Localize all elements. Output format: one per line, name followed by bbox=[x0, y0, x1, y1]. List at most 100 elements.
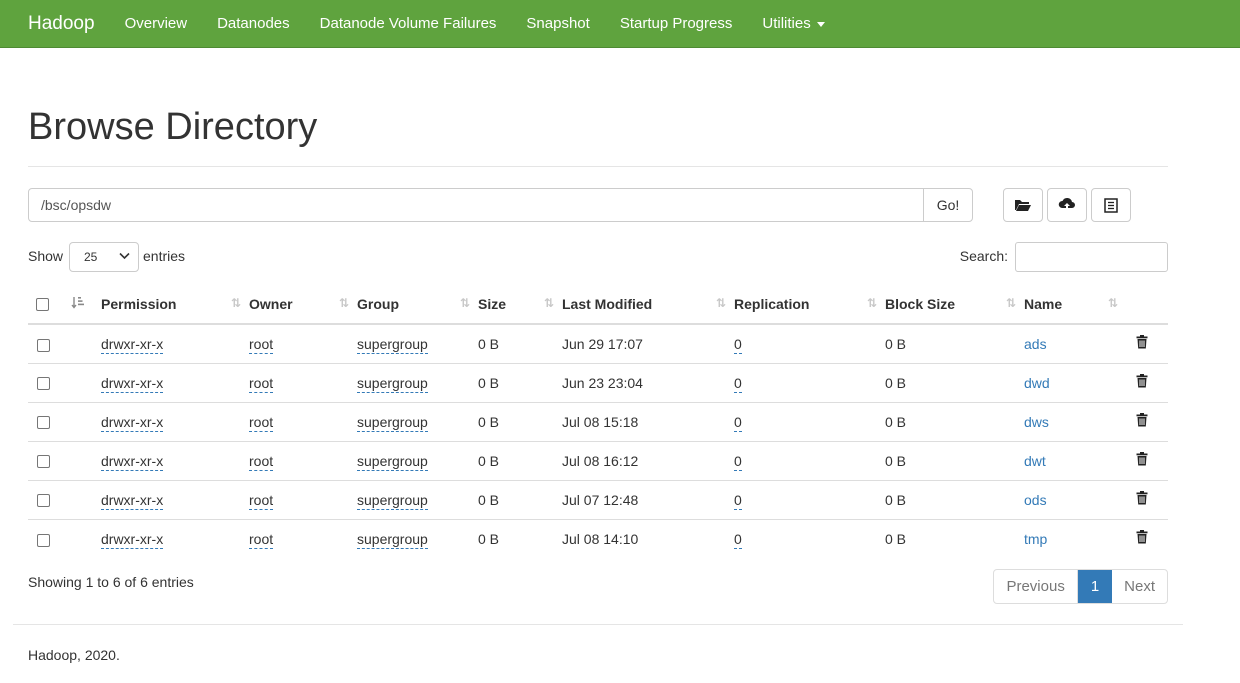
upload-button[interactable] bbox=[1047, 188, 1087, 222]
row-checkbox[interactable] bbox=[37, 533, 50, 547]
page-1-button[interactable]: 1 bbox=[1077, 570, 1113, 603]
permission-value[interactable]: drwxr-xr-x bbox=[101, 452, 164, 471]
previous-page-button[interactable]: Previous bbox=[994, 570, 1078, 603]
owner-column-header[interactable]: Owner ⇅ bbox=[249, 284, 357, 325]
group-column-header[interactable]: Group ⇅ bbox=[357, 284, 478, 325]
replication-cell: 0 bbox=[734, 518, 885, 558]
directory-name-link[interactable]: ads bbox=[1024, 336, 1047, 352]
directory-path-input[interactable] bbox=[28, 188, 924, 222]
next-page-button[interactable]: Next bbox=[1112, 570, 1167, 603]
table-info: Showing 1 to 6 of 6 entries bbox=[28, 574, 194, 590]
directory-name-link[interactable]: dws bbox=[1024, 414, 1049, 430]
trash-icon[interactable] bbox=[1136, 452, 1148, 469]
row-checkbox[interactable] bbox=[37, 494, 50, 508]
nav-startup-progress[interactable]: Startup Progress bbox=[620, 15, 733, 32]
nav-datanodes[interactable]: Datanodes bbox=[217, 15, 290, 32]
delete-cell bbox=[1126, 401, 1168, 441]
trash-icon[interactable] bbox=[1136, 335, 1148, 352]
replication-value[interactable]: 0 bbox=[734, 335, 742, 354]
directory-name-link[interactable]: tmp bbox=[1024, 531, 1047, 547]
directory-name-link[interactable]: dwt bbox=[1024, 453, 1046, 469]
table-row: drwxr-xr-x root supergroup 0 B Jul 07 12:48 0… bbox=[28, 479, 1168, 519]
permission-column-header[interactable]: Permission ⇅ bbox=[101, 284, 249, 325]
size-cell: 0 B bbox=[478, 335, 500, 352]
owner-value[interactable]: root bbox=[249, 335, 274, 354]
select-all-checkbox[interactable] bbox=[36, 298, 49, 312]
row-checkbox[interactable] bbox=[37, 455, 50, 469]
block-size-cell: 0 B bbox=[885, 362, 1024, 402]
group-value[interactable]: supergroup bbox=[357, 413, 428, 432]
permission-value[interactable]: drwxr-xr-x bbox=[101, 335, 164, 354]
name-cell: dwt bbox=[1024, 440, 1126, 480]
row-checkbox[interactable] bbox=[37, 338, 50, 352]
caret-down-icon bbox=[816, 21, 825, 27]
size-column-header[interactable]: Size ⇅ bbox=[478, 284, 562, 325]
search-input[interactable] bbox=[1015, 242, 1168, 272]
permission-cell: drwxr-xr-x bbox=[101, 518, 249, 558]
row-select-cell bbox=[28, 518, 68, 558]
permission-value[interactable]: drwxr-xr-x bbox=[101, 491, 164, 510]
trash-icon[interactable] bbox=[1136, 374, 1148, 391]
permission-value[interactable]: drwxr-xr-x bbox=[101, 374, 164, 393]
trash-icon[interactable] bbox=[1136, 530, 1148, 547]
nav-datanode-volume-failures[interactable]: Datanode Volume Failures bbox=[320, 15, 497, 32]
sort-column-header[interactable] bbox=[68, 284, 101, 325]
owner-value[interactable]: root bbox=[249, 491, 274, 510]
block-size-column-header[interactable]: Block Size ⇅ bbox=[885, 284, 1024, 325]
sort-icon: ⇅ bbox=[230, 296, 241, 310]
nav-overview[interactable]: Overview bbox=[125, 15, 188, 32]
replication-value[interactable]: 0 bbox=[734, 374, 742, 393]
nav-utilities-label: Utilities bbox=[762, 15, 811, 32]
go-button[interactable]: Go! bbox=[923, 188, 973, 222]
group-value[interactable]: supergroup bbox=[357, 491, 428, 510]
row-select-cell bbox=[28, 479, 68, 519]
permission-cell: drwxr-xr-x bbox=[101, 401, 249, 441]
replication-cell: 0 bbox=[734, 362, 885, 402]
trash-icon[interactable] bbox=[1136, 413, 1148, 430]
owner-cell: root bbox=[249, 518, 357, 558]
block-size-cell: 0 B bbox=[885, 401, 1024, 441]
group-value[interactable]: supergroup bbox=[357, 530, 428, 549]
permission-value[interactable]: drwxr-xr-x bbox=[101, 530, 164, 549]
last-modified-column-header[interactable]: Last Modified ⇅ bbox=[562, 284, 734, 325]
replication-value[interactable]: 0 bbox=[734, 530, 742, 549]
create-directory-button[interactable] bbox=[1003, 188, 1043, 222]
permission-cell: drwxr-xr-x bbox=[101, 479, 249, 519]
owner-value[interactable]: root bbox=[249, 452, 274, 471]
row-spacer-cell bbox=[68, 324, 101, 363]
brand-link[interactable]: Hadoop bbox=[28, 13, 95, 35]
group-value[interactable]: supergroup bbox=[357, 374, 428, 393]
main-container: Browse Directory Go! Show bbox=[0, 48, 1168, 618]
nav-utilities-dropdown[interactable]: Utilities bbox=[762, 15, 825, 32]
replication-value[interactable]: 0 bbox=[734, 413, 742, 432]
row-select-cell bbox=[28, 362, 68, 402]
list-icon bbox=[1104, 197, 1118, 213]
replication-value[interactable]: 0 bbox=[734, 491, 742, 510]
name-column-header[interactable]: Name ⇅ bbox=[1024, 284, 1126, 325]
replication-header-label: Replication bbox=[734, 295, 810, 312]
cut-paste-button[interactable] bbox=[1091, 188, 1131, 222]
nav-snapshot[interactable]: Snapshot bbox=[526, 15, 589, 32]
chevron-down-icon bbox=[119, 252, 130, 260]
select-all-header bbox=[28, 284, 68, 325]
replication-value[interactable]: 0 bbox=[734, 452, 742, 471]
permission-value[interactable]: drwxr-xr-x bbox=[101, 413, 164, 432]
trash-icon[interactable] bbox=[1136, 491, 1148, 508]
directory-name-link[interactable]: ods bbox=[1024, 492, 1047, 508]
group-value[interactable]: supergroup bbox=[357, 335, 428, 354]
owner-value[interactable]: root bbox=[249, 530, 274, 549]
last-modified-cell: Jun 23 23:04 bbox=[562, 362, 734, 402]
table-row: drwxr-xr-x root supergroup 0 B Jun 29 17:07 0… bbox=[28, 324, 1168, 363]
owner-value[interactable]: root bbox=[249, 374, 274, 393]
directory-name-link[interactable]: dwd bbox=[1024, 375, 1050, 391]
group-value[interactable]: supergroup bbox=[357, 452, 428, 471]
group-cell: supergroup bbox=[357, 401, 478, 441]
block-size-cell: 0 B bbox=[885, 335, 907, 352]
replication-column-header[interactable]: Replication ⇅ bbox=[734, 284, 885, 325]
size-cell: 0 B bbox=[478, 362, 562, 402]
row-checkbox[interactable] bbox=[37, 416, 50, 430]
table-row: drwxr-xr-x root supergroup 0 B Jul 08 16:12 0… bbox=[28, 440, 1168, 480]
page-length-select[interactable]: 25 bbox=[69, 242, 139, 272]
row-checkbox[interactable] bbox=[37, 377, 50, 391]
owner-value[interactable]: root bbox=[249, 413, 274, 432]
